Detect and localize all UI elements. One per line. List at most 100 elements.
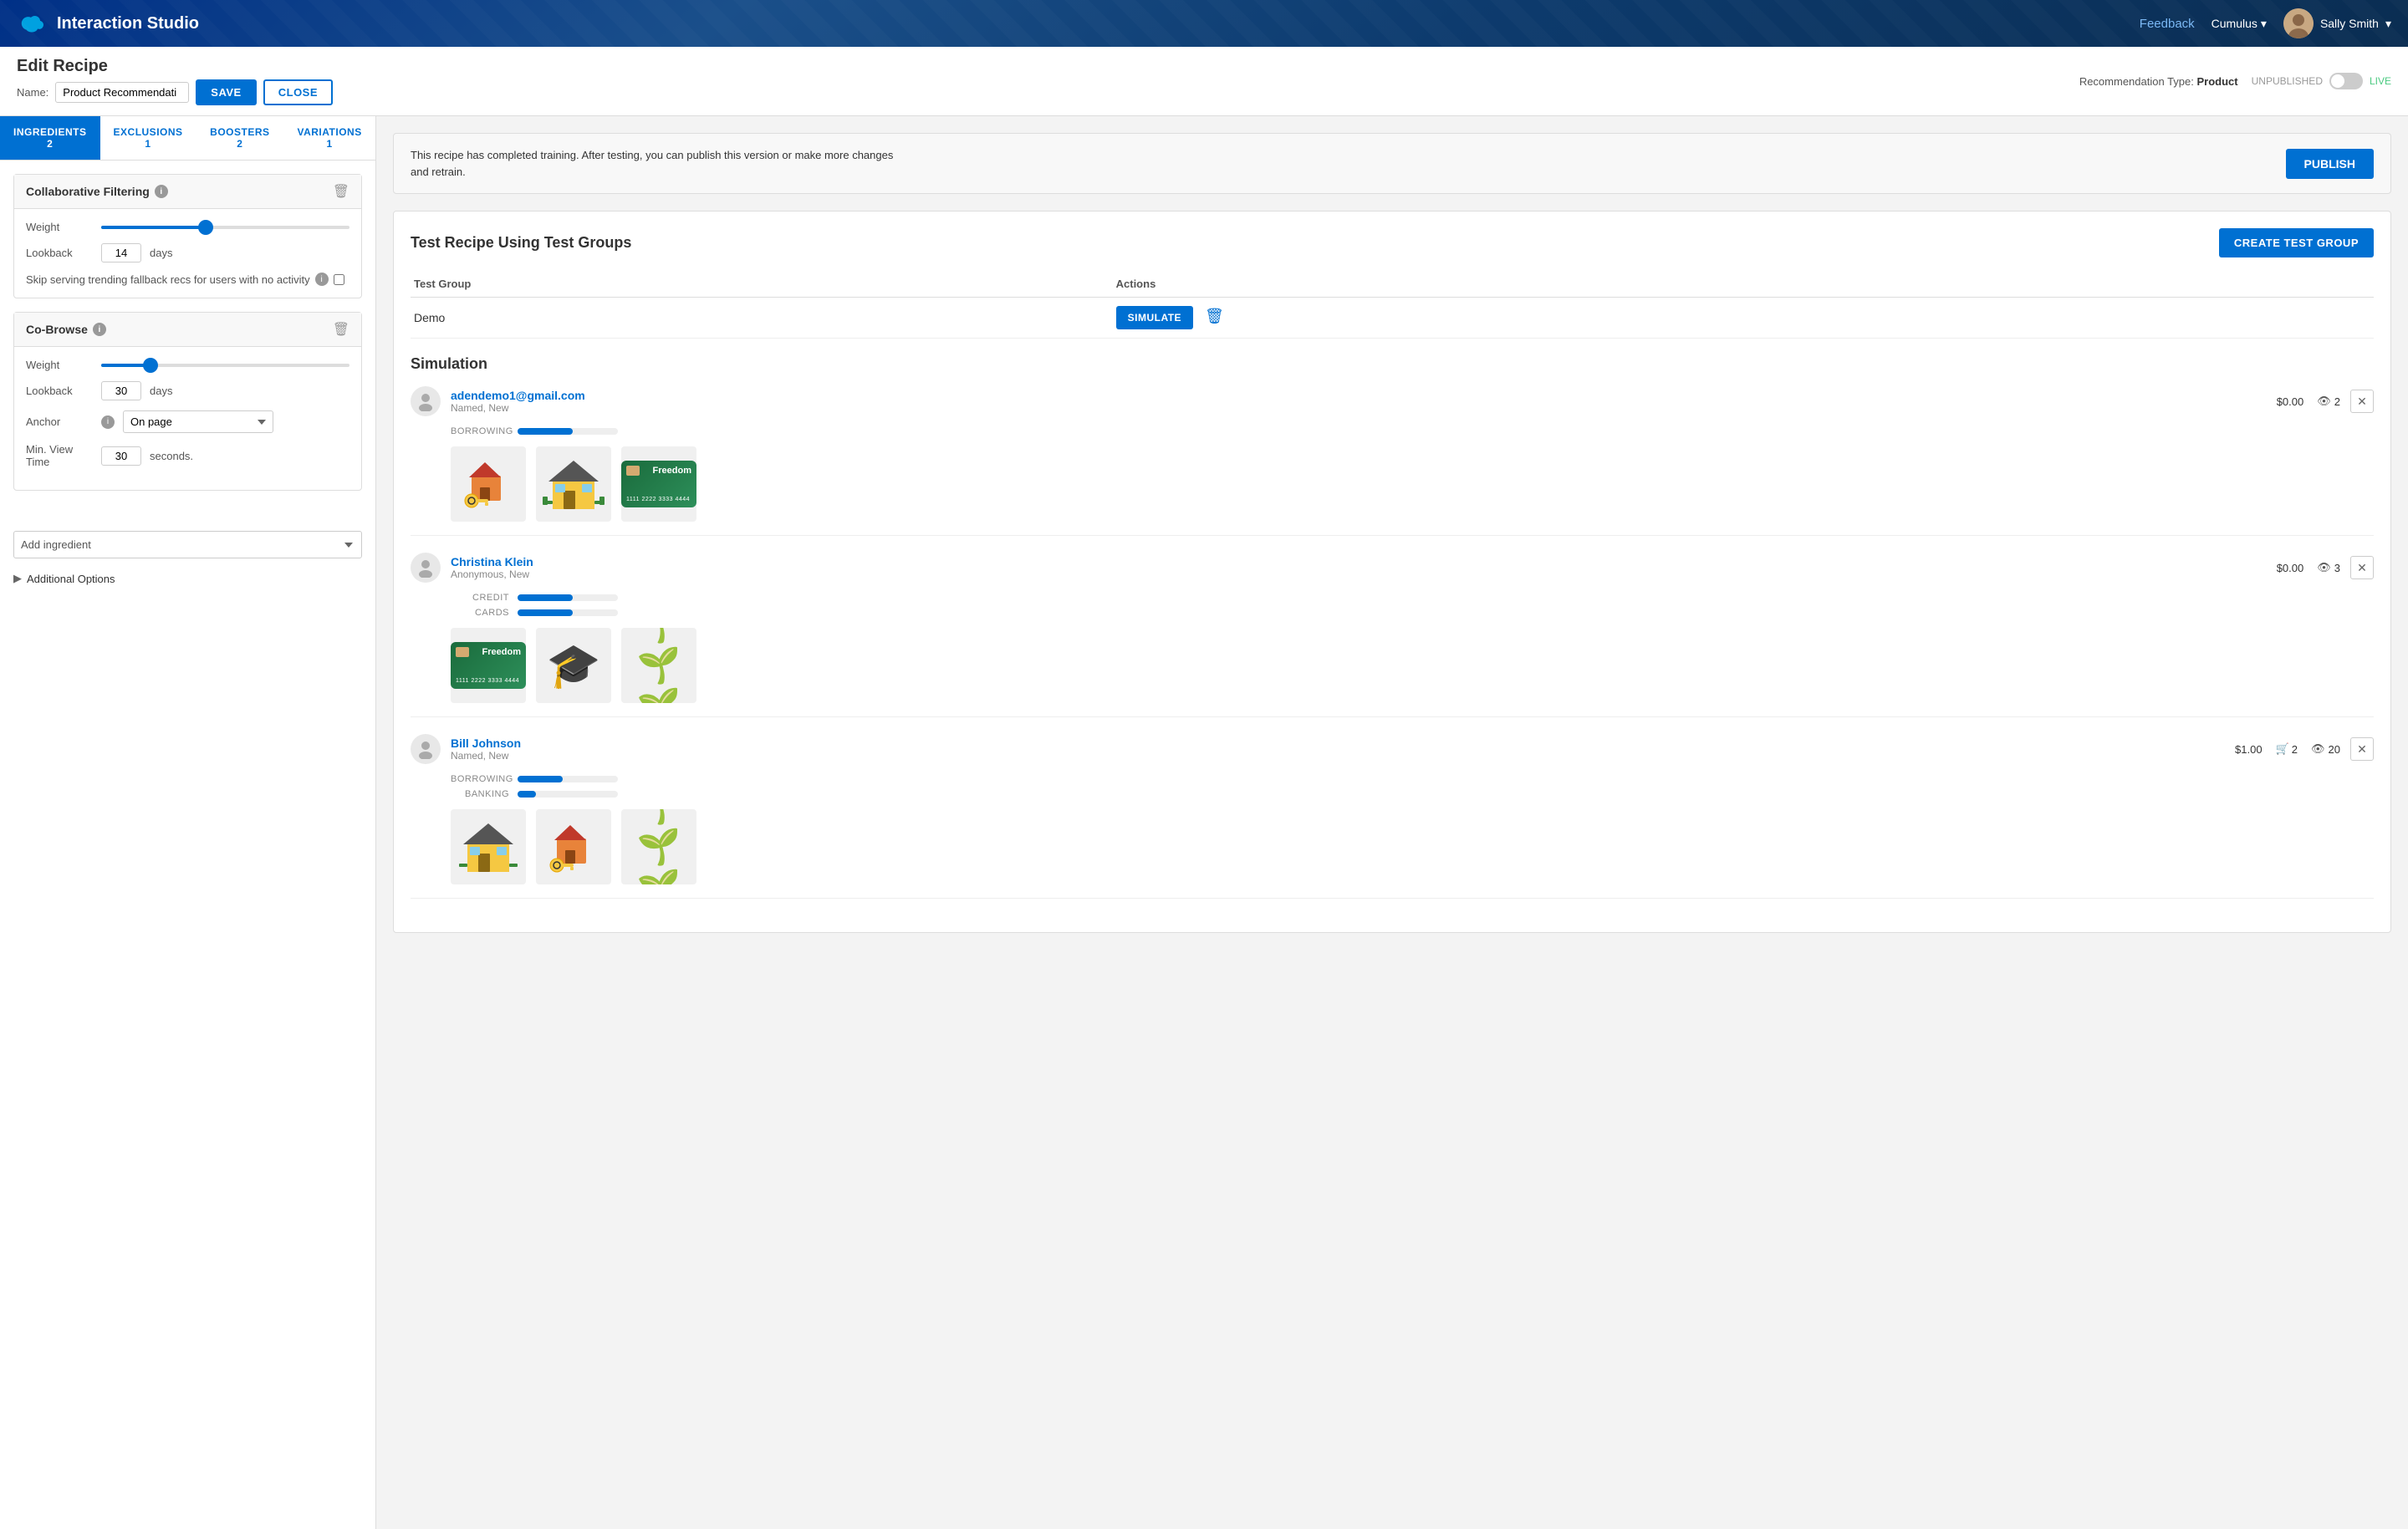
header-right: Recommendation Type: Product UNPUBLISHED…	[2079, 73, 2391, 89]
co-browse-section: Co-Browse i 🗑 Weight Lookback	[13, 312, 362, 491]
tab-ingredients[interactable]: INGREDIENTS 2	[0, 116, 100, 160]
cb-weight-slider[interactable]	[101, 364, 349, 367]
cf-title: Collaborative Filtering i	[26, 185, 168, 198]
bar-track-banking-3	[518, 791, 618, 798]
plants-icon-1: 🌱🌱🌱	[621, 628, 696, 703]
avatar	[2283, 8, 2314, 38]
left-content: Collaborative Filtering i 🗑 Weight	[0, 161, 375, 517]
product-house-key-2	[536, 809, 611, 884]
user-meta-2: $0.00 👁 3	[2277, 561, 2340, 574]
user-name-3[interactable]: Bill Johnson	[451, 736, 2225, 750]
cb-lookback-input[interactable]	[101, 381, 141, 400]
category-row-borrowing-3: BORROWING	[451, 774, 2374, 784]
category-row-banking-3: BANKING	[451, 789, 2374, 799]
product-plants-2: 🌱🌱🌱	[621, 809, 696, 884]
recipe-name-input[interactable]	[55, 82, 189, 103]
additional-options-toggle[interactable]: ▶ Additional Options	[13, 572, 362, 585]
cumulus-label: Cumulus	[2212, 17, 2258, 30]
training-notice: This recipe has completed training. Afte…	[393, 133, 2391, 194]
product-house-key	[451, 446, 526, 522]
cf-info-icon[interactable]: i	[155, 185, 168, 198]
simulate-button[interactable]: SIMULATE	[1116, 306, 1193, 329]
product-credit-card-2: Freedom 1111 2222 3333 4444	[451, 628, 526, 703]
product-house-3	[451, 809, 526, 884]
user-products-1: Freedom 1111 2222 3333 4444	[411, 446, 2374, 522]
user-views-2: 👁 3	[2317, 561, 2340, 574]
cb-days-label: days	[150, 385, 172, 397]
category-label-1: BORROWING	[451, 426, 509, 436]
cf-lookback-label: Lookback	[26, 247, 93, 259]
tab-exclusions[interactable]: EXCLUSIONS 1	[100, 116, 196, 160]
col-test-group: Test Group	[411, 271, 1113, 298]
toggle-knob	[2331, 74, 2344, 88]
simulation-section: Simulation adendemo1@gmail.com Named, N	[411, 355, 2374, 899]
create-test-group-button[interactable]: CREATE TEST GROUP	[2219, 228, 2374, 257]
test-group-delete-icon[interactable]: 🗑	[1205, 308, 1224, 324]
user-products-3: 🌱🌱🌱	[411, 809, 2374, 884]
cumulus-dropdown[interactable]: Cumulus ▾	[2212, 17, 2267, 31]
publish-toggle[interactable]	[2329, 73, 2363, 89]
nav-right: Feedback Cumulus ▾ Sally Smith ▾	[2140, 8, 2391, 38]
app-title: Interaction Studio	[57, 14, 199, 33]
cb-info-icon[interactable]: i	[93, 323, 106, 336]
user-close-3[interactable]: ✕	[2350, 737, 2374, 761]
publish-toggle-row: UNPUBLISHED LIVE	[2252, 73, 2391, 89]
cf-weight-slider[interactable]	[101, 226, 349, 229]
tab-boosters[interactable]: BOOSTERS 2	[196, 116, 284, 160]
graduation-cap-icon: 🎓	[547, 640, 601, 691]
user-sub-1: Named, New	[451, 402, 2267, 414]
feedback-link[interactable]: Feedback	[2140, 17, 2195, 31]
category-label-borrowing-3: BORROWING	[451, 774, 509, 784]
live-label: LIVE	[2370, 75, 2391, 87]
cf-delete-icon[interactable]: 🗑	[333, 183, 349, 200]
cb-slider-thumb[interactable]	[143, 358, 158, 373]
cb-anchor-label: Anchor	[26, 415, 93, 428]
page-title: Edit Recipe	[17, 57, 333, 76]
publish-button[interactable]: PUBLISH	[2286, 149, 2374, 179]
user-views-1: 👁 2	[2317, 395, 2340, 408]
cf-days-label: days	[150, 247, 172, 259]
user-chevron-icon: ▾	[2385, 17, 2391, 31]
cb-delete-icon[interactable]: 🗑	[333, 321, 349, 338]
user-info-1: adendemo1@gmail.com Named, New	[451, 389, 2267, 414]
cf-slider-thumb[interactable]	[198, 220, 213, 235]
eye-icon-3: 👁	[2311, 742, 2325, 756]
card-chip-2-icon	[456, 647, 469, 657]
additional-options-label: Additional Options	[27, 573, 115, 585]
top-navigation: Interaction Studio Feedback Cumulus ▾ Sa…	[0, 0, 2408, 47]
bar-track-credit	[518, 594, 618, 601]
user-name: Sally Smith	[2320, 17, 2379, 30]
cumulus-chevron-icon: ▾	[2261, 17, 2267, 31]
user-sub-3: Named, New	[451, 750, 2225, 762]
bar-track-1	[518, 428, 618, 435]
user-name-1[interactable]: adendemo1@gmail.com	[451, 389, 2267, 402]
bar-track-cards	[518, 609, 618, 616]
main-layout: INGREDIENTS 2 EXCLUSIONS 1 BOOSTERS 2 VA…	[0, 116, 2408, 1529]
bar-track-borrowing-3	[518, 776, 618, 782]
close-button[interactable]: CLOSE	[263, 79, 333, 105]
cf-weight-row: Weight	[26, 221, 349, 233]
user-name-2[interactable]: Christina Klein	[451, 555, 2267, 568]
user-close-1[interactable]: ✕	[2350, 390, 2374, 413]
save-button[interactable]: SAVE	[196, 79, 256, 105]
sim-user-row-3: Bill Johnson Named, New $1.00 🛒 2 👁	[411, 734, 2374, 764]
sim-user-block-2: Christina Klein Anonymous, New $0.00 👁 3…	[411, 553, 2374, 717]
left-panel: INGREDIENTS 2 EXCLUSIONS 1 BOOSTERS 2 VA…	[0, 116, 376, 1529]
cb-minview-input[interactable]	[101, 446, 141, 466]
user-cart-3: 🛒 2	[2276, 742, 2298, 756]
cf-skip-checkbox[interactable]	[334, 274, 344, 285]
card-number-1: 1111 2222 3333 4444	[626, 497, 691, 502]
sim-user-row-2: Christina Klein Anonymous, New $0.00 👁 3…	[411, 553, 2374, 583]
user-bars-2: CREDIT CARDS	[411, 593, 2374, 618]
cb-anchor-select[interactable]: On page Last viewed Last purchased	[123, 410, 273, 433]
cart-icon-3: 🛒	[2276, 742, 2289, 756]
bar-fill-banking-3	[518, 791, 536, 798]
cf-lookback-input[interactable]	[101, 243, 141, 262]
bar-fill-borrowing-3	[518, 776, 563, 782]
tab-variations[interactable]: VARIATIONS 1	[283, 116, 375, 160]
user-menu[interactable]: Sally Smith ▾	[2283, 8, 2391, 38]
cb-anchor-info-icon[interactable]: i	[101, 415, 115, 429]
user-close-2[interactable]: ✕	[2350, 556, 2374, 579]
cf-skip-info-icon[interactable]: i	[315, 273, 329, 286]
add-ingredient-select[interactable]: Add ingredient	[13, 531, 362, 558]
